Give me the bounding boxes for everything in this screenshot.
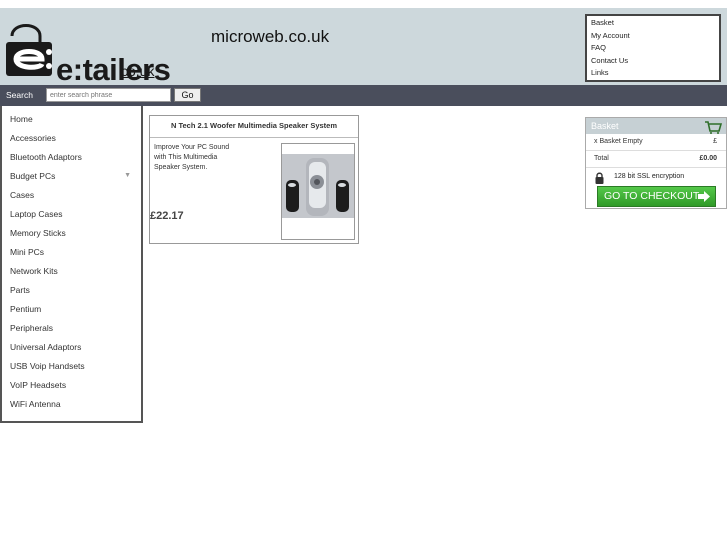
logo-suffix: co.uk: [121, 63, 155, 79]
basket-panel: Basket x Basket Empty £ Total £0.00 128 …: [585, 117, 727, 209]
basket-total-value: £0.00: [699, 155, 717, 162]
speaker-system-image: [282, 154, 354, 218]
product-desc-line: Speaker System.: [154, 164, 208, 171]
search-bar: Search Go: [0, 85, 727, 106]
category-sidebar: Home Accessories Bluetooth Adaptors Budg…: [0, 106, 143, 423]
cart-icon: [705, 121, 722, 134]
basket-empty-row: x Basket Empty £: [586, 134, 726, 151]
sidebar-item-wifi-antenna[interactable]: WiFi Antenna: [2, 396, 141, 415]
sidebar-item-budget-pcs[interactable]: Budget PCs ▼: [2, 168, 141, 187]
link-basket[interactable]: Basket: [591, 17, 715, 30]
link-my-account[interactable]: My Account: [591, 30, 715, 43]
sidebar-item-usb-voip-handsets[interactable]: USB Voip Handsets: [2, 358, 141, 377]
e-logo-icon: [6, 24, 52, 76]
product-image[interactable]: [281, 143, 355, 240]
chevron-down-icon[interactable]: ▼: [124, 168, 131, 184]
sidebar-item-bluetooth-adaptors[interactable]: Bluetooth Adaptors: [2, 149, 141, 168]
checkout-label: GO TO CHECKOUT: [604, 190, 700, 202]
checkout-button[interactable]: GO TO CHECKOUT: [597, 186, 716, 207]
ssl-notice: 128 bit SSL encryption: [586, 168, 726, 186]
product-price: £22.17: [150, 210, 184, 222]
sidebar-item-voip-headsets[interactable]: VoIP Headsets: [2, 377, 141, 396]
sidebar-item-pentium[interactable]: Pentium: [2, 301, 141, 320]
sidebar-item-parts[interactable]: Parts: [2, 282, 141, 301]
ssl-text: 128 bit SSL encryption: [614, 173, 685, 180]
sidebar-item-network-kits[interactable]: Network Kits: [2, 263, 141, 282]
site-logo[interactable]: e:tailers co.uk: [4, 18, 174, 85]
basket-empty-currency: £: [713, 138, 717, 145]
sidebar-item-universal-adaptors[interactable]: Universal Adaptors: [2, 339, 141, 358]
sidebar-item-label: Budget PCs: [10, 171, 56, 181]
basket-title: Basket: [591, 121, 619, 131]
link-contact-us[interactable]: Contact Us: [591, 55, 715, 68]
link-links[interactable]: Links: [591, 67, 715, 80]
product-description: Improve Your PC Sound with This Multimed…: [154, 143, 254, 173]
product-card: N Tech 2.1 Woofer Multimedia Speaker Sys…: [149, 115, 359, 244]
sidebar-item-laptop-cases[interactable]: Laptop Cases: [2, 206, 141, 225]
sidebar-item-accessories[interactable]: Accessories: [2, 130, 141, 149]
product-title[interactable]: N Tech 2.1 Woofer Multimedia Speaker Sys…: [150, 116, 358, 138]
lock-icon: [595, 172, 604, 184]
basket-header: Basket: [586, 118, 726, 134]
product-desc-line: with This Multimedia: [154, 154, 218, 161]
sidebar-item-home[interactable]: Home: [2, 111, 141, 130]
search-input[interactable]: [46, 88, 171, 102]
sidebar-item-peripherals[interactable]: Peripherals: [2, 320, 141, 339]
arrow-right-icon: [698, 191, 710, 202]
sidebar-item-mini-pcs[interactable]: Mini PCs: [2, 244, 141, 263]
search-label: Search: [6, 90, 33, 100]
account-links-box: Basket My Account FAQ Contact Us Links: [585, 14, 721, 82]
sidebar-item-cases[interactable]: Cases: [2, 187, 141, 206]
product-desc-line: Improve Your PC Sound: [154, 144, 230, 151]
site-title: microweb.co.uk: [211, 27, 330, 46]
basket-total-row: Total £0.00: [586, 151, 726, 168]
search-go-button[interactable]: Go: [174, 88, 201, 102]
link-faq[interactable]: FAQ: [591, 42, 715, 55]
basket-total-label: Total: [594, 155, 609, 162]
sidebar-item-memory-sticks[interactable]: Memory Sticks: [2, 225, 141, 244]
basket-empty-label: x Basket Empty: [594, 138, 643, 145]
